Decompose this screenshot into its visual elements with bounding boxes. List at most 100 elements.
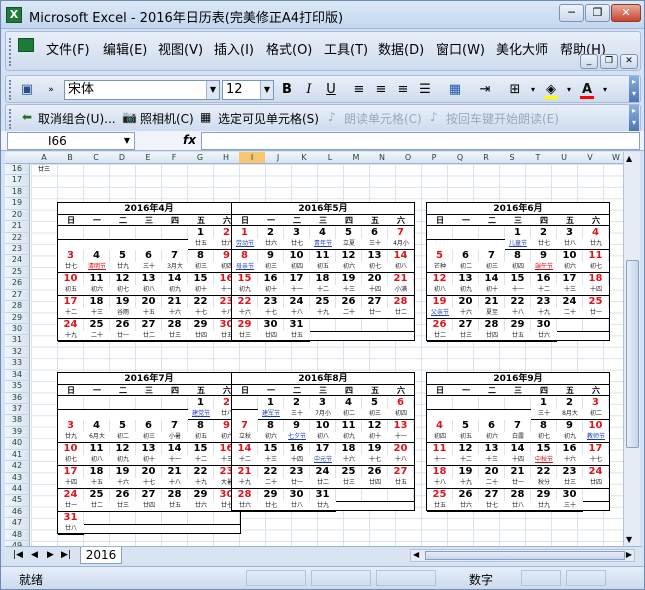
day-cell[interactable]: [362, 489, 388, 501]
row-header[interactable]: 39: [5, 426, 30, 439]
doc-restore-button[interactable]: ❐: [600, 54, 618, 69]
day-cell[interactable]: 29: [188, 489, 214, 501]
day-cell[interactable]: 24: [583, 466, 609, 478]
row-header[interactable]: 22: [5, 232, 30, 244]
day-cell[interactable]: 1: [188, 227, 214, 239]
day-cell[interactable]: [84, 227, 110, 239]
day-cell[interactable]: 16: [284, 443, 310, 455]
chevron-down-icon[interactable]: ▼: [260, 81, 273, 99]
bold-button[interactable]: B: [278, 81, 296, 99]
row-header[interactable]: 36: [5, 392, 30, 405]
day-cell[interactable]: 13: [453, 273, 479, 285]
day-cell[interactable]: 7: [162, 250, 188, 262]
day-cell[interactable]: 20: [479, 466, 505, 478]
day-cell[interactable]: 28: [162, 319, 188, 331]
day-cell[interactable]: 21: [388, 273, 414, 285]
day-cell[interactable]: 18: [336, 443, 362, 455]
day-cell[interactable]: 1: [505, 227, 531, 239]
day-cell[interactable]: 26: [110, 489, 136, 501]
day-cell[interactable]: 11: [583, 250, 609, 262]
day-cell[interactable]: 15: [531, 443, 557, 455]
select-visible-button[interactable]: 选定可见单元格(S): [218, 110, 319, 127]
day-cell[interactable]: 28: [505, 489, 531, 501]
day-cell[interactable]: [336, 319, 362, 331]
day-cell[interactable]: 8: [232, 250, 258, 262]
day-cell[interactable]: 25: [84, 489, 110, 501]
day-cell[interactable]: 18: [84, 466, 110, 478]
column-header[interactable]: O: [395, 152, 421, 164]
day-cell[interactable]: 21: [232, 466, 258, 478]
day-cell[interactable]: 17: [58, 466, 84, 478]
row-header[interactable]: 17: [5, 175, 30, 187]
row-header[interactable]: 23: [5, 244, 30, 256]
day-cell[interactable]: 20: [362, 273, 388, 285]
day-cell[interactable]: 5: [362, 397, 388, 409]
day-cell[interactable]: 14: [162, 273, 188, 285]
day-cell[interactable]: 17: [310, 443, 336, 455]
day-cell[interactable]: [232, 397, 258, 409]
toolbar-grip[interactable]: [9, 80, 13, 100]
column-header[interactable]: L: [317, 152, 343, 164]
day-cell[interactable]: 13: [136, 443, 162, 455]
day-cell[interactable]: [583, 319, 609, 331]
day-cell[interactable]: 9: [531, 250, 557, 262]
day-cell[interactable]: 20: [388, 443, 414, 455]
day-cell[interactable]: 7: [505, 420, 531, 432]
day-cell[interactable]: 19: [427, 296, 453, 308]
horizontal-scrollbar[interactable]: ◀ ▶: [410, 549, 635, 562]
close-button[interactable]: ✕: [611, 4, 641, 22]
day-cell[interactable]: 2: [531, 227, 557, 239]
toolbar-overflow-icon[interactable]: ▸ ▾: [629, 76, 639, 102]
day-cell[interactable]: 12: [427, 273, 453, 285]
row-header[interactable]: 38: [5, 415, 30, 427]
day-cell[interactable]: 17: [284, 273, 310, 285]
day-cell[interactable]: 13: [479, 443, 505, 455]
justify-icon[interactable]: ☰: [416, 81, 434, 99]
row-header[interactable]: 35: [5, 381, 30, 393]
day-cell[interactable]: 1: [531, 397, 557, 409]
select-visible-icon[interactable]: ▦: [200, 110, 211, 124]
day-cell[interactable]: 14: [505, 443, 531, 455]
day-cell[interactable]: 31: [58, 512, 84, 524]
toolbar-grip[interactable]: [9, 109, 13, 129]
day-cell[interactable]: [388, 319, 414, 331]
chevron-down-icon[interactable]: ▼: [120, 133, 134, 149]
day-cell[interactable]: 18: [427, 466, 453, 478]
day-cell[interactable]: [427, 397, 453, 409]
column-header[interactable]: M: [343, 152, 369, 164]
day-cell[interactable]: 28: [232, 489, 258, 501]
day-cell[interactable]: 8: [188, 250, 214, 262]
row-header[interactable]: 25: [5, 266, 30, 279]
day-cell[interactable]: [505, 397, 531, 409]
day-cell[interactable]: 19: [110, 296, 136, 308]
row-header[interactable]: 41: [5, 449, 30, 462]
chevron-down-icon[interactable]: ▼: [206, 81, 219, 99]
day-cell[interactable]: 25: [427, 489, 453, 501]
day-cell[interactable]: 10: [284, 250, 310, 262]
day-cell[interactable]: 26: [427, 319, 453, 331]
first-sheet-icon[interactable]: |◀: [13, 550, 23, 560]
day-cell[interactable]: 9: [557, 420, 583, 432]
menu-item[interactable]: 数据(D): [378, 39, 424, 58]
day-cell[interactable]: 8: [258, 420, 284, 432]
day-cell[interactable]: 19: [362, 443, 388, 455]
day-cell[interactable]: 8: [505, 250, 531, 262]
day-cell[interactable]: 7: [232, 420, 258, 432]
align-left-icon[interactable]: ≡: [350, 81, 368, 99]
align-center-icon[interactable]: ≡: [372, 81, 390, 99]
day-cell[interactable]: 28: [479, 319, 505, 331]
row-header[interactable]: 30: [5, 324, 30, 336]
column-header[interactable]: A: [31, 152, 57, 164]
day-cell[interactable]: [362, 319, 388, 331]
row-header[interactable]: 24: [5, 255, 30, 267]
day-cell[interactable]: 26: [362, 466, 388, 478]
day-cell[interactable]: [58, 397, 84, 409]
day-cell[interactable]: 27: [453, 319, 479, 331]
day-cell[interactable]: 27: [362, 296, 388, 308]
day-cell[interactable]: 20: [453, 296, 479, 308]
day-cell[interactable]: 25: [84, 319, 110, 331]
day-cell[interactable]: 15: [188, 443, 214, 455]
day-cell[interactable]: 11: [427, 443, 453, 455]
day-cell[interactable]: 9: [258, 250, 284, 262]
row-header[interactable]: 40: [5, 438, 30, 450]
